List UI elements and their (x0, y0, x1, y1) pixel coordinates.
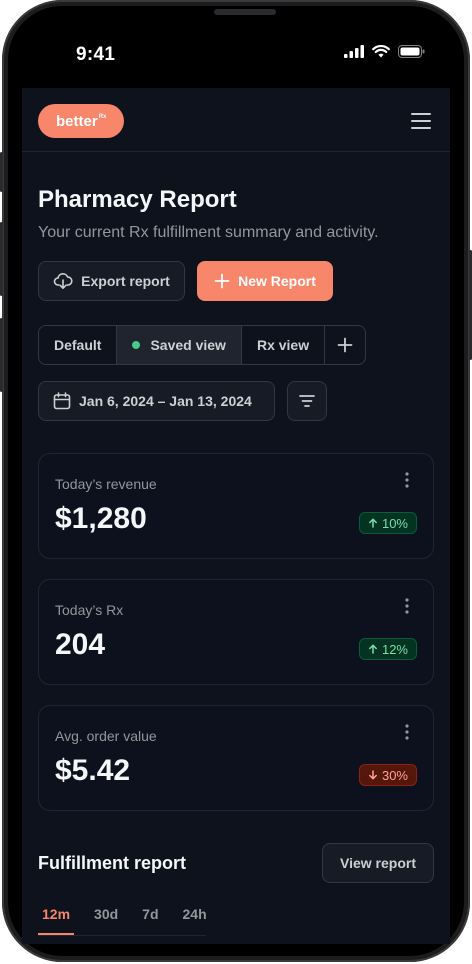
status-icons (344, 45, 425, 58)
brand-logo[interactable]: better Rx (38, 104, 124, 138)
page-title: Pharmacy Report (38, 186, 237, 213)
volume-down-button (0, 318, 3, 392)
view-default-label: Default (54, 337, 102, 353)
more-vertical-icon[interactable] (397, 470, 417, 490)
arrow-up-icon (369, 644, 377, 654)
filter-button[interactable] (287, 381, 327, 421)
view-rx-label: Rx view (256, 337, 310, 353)
tab-30d[interactable]: 30d (90, 900, 122, 935)
signal-icon (344, 45, 364, 58)
arrow-up-icon (369, 518, 377, 528)
tab-24h[interactable]: 24h (179, 900, 211, 935)
metric-label: Today’s Rx (55, 602, 124, 618)
plus-icon (337, 337, 353, 353)
arrow-down-icon (369, 770, 377, 780)
metric-card-avg-order: Avg. order value $5.42 30% (38, 705, 434, 811)
view-report-button[interactable]: View report (322, 843, 434, 883)
metric-value: $5.42 (55, 754, 131, 787)
status-time: 9:41 (76, 44, 116, 65)
volume-up-button (0, 222, 3, 296)
metric-card-rx: Today’s Rx 204 12% (38, 579, 434, 685)
metric-change-badge: 12% (358, 638, 417, 660)
export-report-button[interactable]: Export report (38, 261, 185, 301)
metric-value: 204 (55, 628, 106, 661)
logo-text: better (56, 112, 98, 130)
view-switcher: Default Saved view Rx view (38, 325, 367, 365)
cloud-download-icon (53, 273, 73, 289)
metric-value: $1,280 (55, 502, 147, 535)
tab-12m[interactable]: 12m (38, 900, 75, 935)
status-bar: 9:41 (0, 30, 472, 80)
date-range-label: Jan 6, 2024 – Jan 13, 2024 (79, 393, 252, 409)
app-header: better Rx (22, 88, 450, 152)
active-dot-icon (132, 341, 141, 349)
hamburger-menu-icon[interactable] (410, 110, 432, 132)
speaker-notch (214, 9, 276, 15)
wifi-icon (372, 45, 390, 58)
metric-change: 30% (381, 767, 408, 783)
metric-change-badge: 10% (358, 512, 417, 534)
tab-7d[interactable]: 7d (138, 900, 162, 935)
new-report-button[interactable]: New Report (197, 261, 333, 301)
metric-change: 10% (381, 515, 408, 531)
period-tabs: 12m 30d 7d 24h (38, 900, 207, 936)
new-report-label: New Report (238, 273, 316, 289)
logo-superscript: Rx (98, 114, 107, 120)
date-range-picker[interactable]: Jan 6, 2024 – Jan 13, 2024 (38, 381, 275, 421)
calendar-icon (53, 392, 71, 410)
mute-switch (0, 152, 3, 192)
app-screen: better Rx Pharmacy Report Your current Rx… (22, 88, 450, 944)
view-default[interactable]: Default (39, 326, 118, 364)
view-report-label: View report (340, 855, 416, 871)
add-view-button[interactable] (325, 326, 365, 364)
plus-icon (214, 273, 230, 289)
page-subtitle: Your current Rx fulfillment summary and … (38, 224, 379, 241)
more-vertical-icon[interactable] (397, 722, 417, 742)
battery-icon (398, 45, 425, 58)
view-saved-label: Saved view (150, 337, 226, 353)
metric-card-revenue: Today’s revenue $1,280 10% (38, 453, 434, 559)
export-report-label: Export report (81, 273, 170, 289)
more-vertical-icon[interactable] (397, 596, 417, 616)
metric-change-badge: 30% (358, 764, 417, 786)
metric-label: Avg. order value (55, 728, 157, 744)
fulfillment-title: Fulfillment report (38, 853, 186, 873)
metric-label: Today’s revenue (55, 476, 157, 492)
view-saved[interactable]: Saved view (117, 326, 242, 364)
filter-lines-icon (299, 395, 315, 407)
metric-change: 12% (381, 641, 408, 657)
view-rx[interactable]: Rx view (242, 326, 326, 364)
